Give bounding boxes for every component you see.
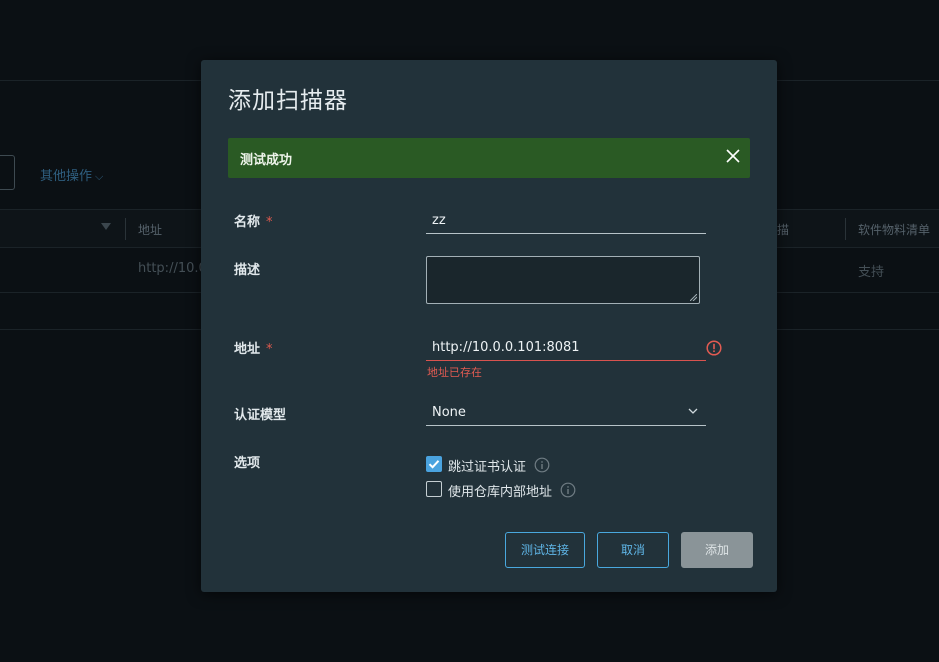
column-header-partial[interactable]: 描 (777, 221, 789, 238)
description-label: 描述 (234, 263, 261, 278)
more-actions-label: 其他操作 (40, 169, 93, 184)
auth-model-value: None (432, 405, 466, 420)
close-icon[interactable] (724, 147, 742, 165)
address-input-value: http://10.0.0.101:8081 (432, 340, 580, 355)
options-label: 选项 (234, 456, 261, 471)
name-input-value: zz (432, 213, 446, 228)
table-cell-address: http://10.0 (138, 261, 207, 276)
auth-model-select[interactable]: None (426, 400, 706, 426)
more-actions-button[interactable]: 其他操作 ⌵ (40, 165, 103, 184)
name-label: 名称 * (234, 211, 273, 230)
modal-title: 添加扫描器 (228, 88, 348, 114)
chevron-down-icon: ⌵ (95, 170, 104, 183)
cancel-button[interactable]: 取消 (597, 532, 669, 568)
required-mark: * (266, 215, 273, 230)
add-button[interactable]: 添加 (681, 532, 753, 568)
alert-text: 测试成功 (240, 153, 293, 168)
description-textarea[interactable] (426, 256, 700, 304)
internal-address-checkbox[interactable] (426, 481, 442, 497)
column-separator (125, 218, 126, 240)
auth-model-label: 认证模型 (234, 408, 287, 423)
column-header-address[interactable]: 地址 (138, 221, 162, 238)
bg-search-input[interactable] (0, 155, 15, 190)
skip-cert-checkbox[interactable] (426, 456, 442, 472)
skip-cert-label: 跳过证书认证 (448, 460, 527, 475)
name-label-text: 名称 (234, 215, 261, 230)
test-connection-button[interactable]: 测试连接 (505, 532, 585, 568)
checkmark-icon (428, 460, 440, 469)
filter-icon[interactable] (101, 223, 111, 230)
success-alert: 测试成功 (228, 138, 750, 178)
address-label: 地址 * (234, 338, 273, 357)
info-icon[interactable] (560, 482, 576, 498)
add-scanner-modal: 添加扫描器 测试成功 名称 * zz 描述 地址 * http://10.0.0.1… (201, 60, 777, 592)
required-mark: * (266, 342, 273, 357)
address-input[interactable]: http://10.0.0.101:8081 (426, 335, 706, 361)
resize-handle-icon[interactable] (690, 294, 697, 301)
info-icon[interactable] (534, 457, 550, 473)
address-error-text: 地址已存在 (427, 366, 482, 379)
address-label-text: 地址 (234, 342, 261, 357)
error-icon (706, 340, 722, 356)
name-input[interactable]: zz (426, 208, 706, 234)
column-header-sbom[interactable]: 软件物料清单 (858, 221, 930, 238)
table-cell-support: 支持 (858, 265, 885, 280)
chevron-down-icon (688, 408, 698, 414)
internal-address-label: 使用仓库内部地址 (448, 485, 553, 500)
column-separator (845, 218, 846, 240)
